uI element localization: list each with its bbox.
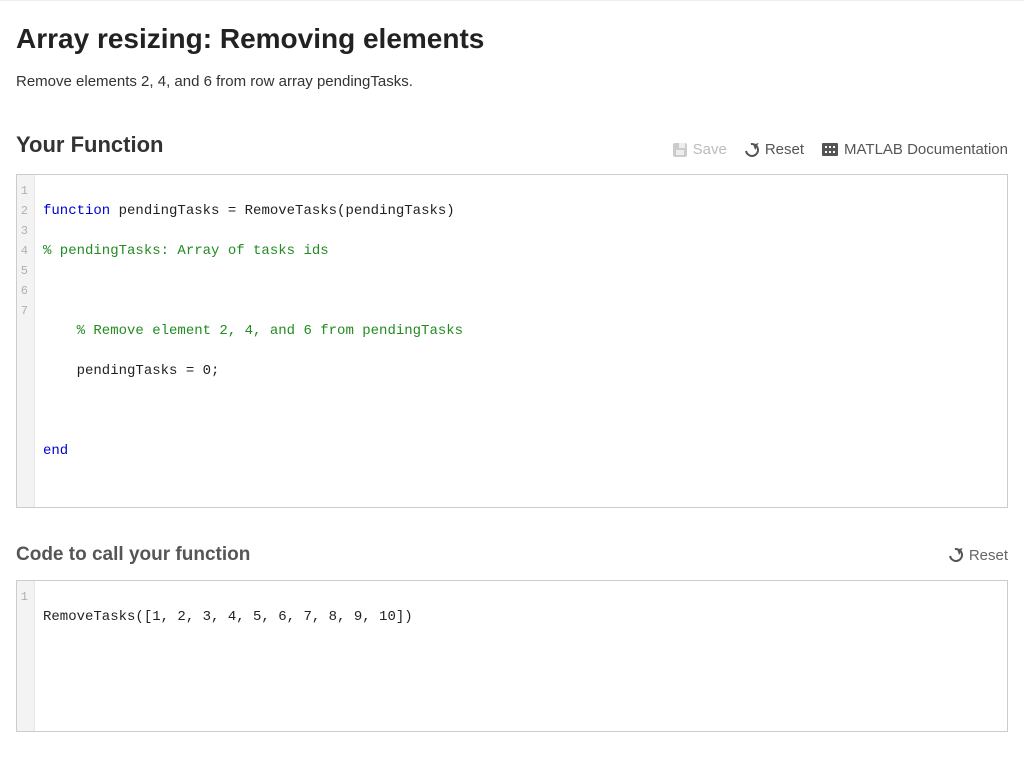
function-editor-code[interactable]: function pendingTasks = RemoveTasks(pend… bbox=[35, 175, 1007, 507]
line-number: 1 bbox=[17, 587, 30, 607]
call-editor-code[interactable]: RemoveTasks([1, 2, 3, 4, 5, 6, 7, 8, 9, … bbox=[35, 581, 1007, 731]
line-number: 3 bbox=[17, 221, 30, 241]
line-number: 5 bbox=[17, 261, 30, 281]
code-keyword: function bbox=[43, 203, 110, 219]
line-number: 1 bbox=[17, 181, 30, 201]
line-number: 7 bbox=[17, 301, 30, 321]
reset-label: Reset bbox=[765, 141, 804, 158]
reset-icon bbox=[946, 545, 965, 564]
call-actions: Reset bbox=[949, 547, 1008, 564]
save-label: Save bbox=[693, 141, 727, 158]
function-editor-gutter: 1 2 3 4 5 6 7 bbox=[17, 175, 35, 507]
line-number: 2 bbox=[17, 201, 30, 221]
docs-label: MATLAB Documentation bbox=[844, 141, 1008, 158]
docs-icon bbox=[822, 143, 838, 156]
call-reset-label: Reset bbox=[969, 547, 1008, 564]
call-reset-button[interactable]: Reset bbox=[949, 547, 1008, 564]
code-text: pendingTasks = 0; bbox=[43, 363, 219, 379]
save-button[interactable]: Save bbox=[673, 141, 727, 158]
code-comment: % Remove element 2, 4, and 6 from pendin… bbox=[43, 323, 463, 339]
code-comment: % pendingTasks: Array of tasks ids bbox=[43, 243, 329, 259]
code-text: pendingTasks = RemoveTasks(pendingTasks) bbox=[110, 203, 454, 219]
line-number: 6 bbox=[17, 281, 30, 301]
function-editor[interactable]: 1 2 3 4 5 6 7 function pendingTasks = Re… bbox=[16, 174, 1008, 508]
line-number: 4 bbox=[17, 241, 30, 261]
instruction-text: Remove elements 2, 4, and 6 from row arr… bbox=[16, 73, 1008, 90]
page-title: Array resizing: Removing elements bbox=[16, 23, 1008, 55]
your-function-heading: Your Function bbox=[16, 132, 163, 158]
matlab-docs-button[interactable]: MATLAB Documentation bbox=[822, 141, 1008, 158]
code-keyword: end bbox=[43, 443, 68, 459]
section-your-function-bar: Your Function Save Reset MATLAB Document… bbox=[16, 132, 1008, 158]
call-heading: Code to call your function bbox=[16, 544, 250, 566]
reset-button[interactable]: Reset bbox=[745, 141, 804, 158]
call-editor[interactable]: 1 RemoveTasks([1, 2, 3, 4, 5, 6, 7, 8, 9… bbox=[16, 580, 1008, 732]
call-editor-gutter: 1 bbox=[17, 581, 35, 731]
page-container: Array resizing: Removing elements Remove… bbox=[0, 1, 1024, 784]
reset-icon bbox=[742, 140, 761, 159]
save-icon bbox=[673, 143, 687, 157]
editor-actions: Save Reset MATLAB Documentation bbox=[673, 141, 1008, 158]
code-text: RemoveTasks([1, 2, 3, 4, 5, 6, 7, 8, 9, … bbox=[43, 609, 413, 625]
section-call-bar: Code to call your function Reset bbox=[16, 544, 1008, 566]
